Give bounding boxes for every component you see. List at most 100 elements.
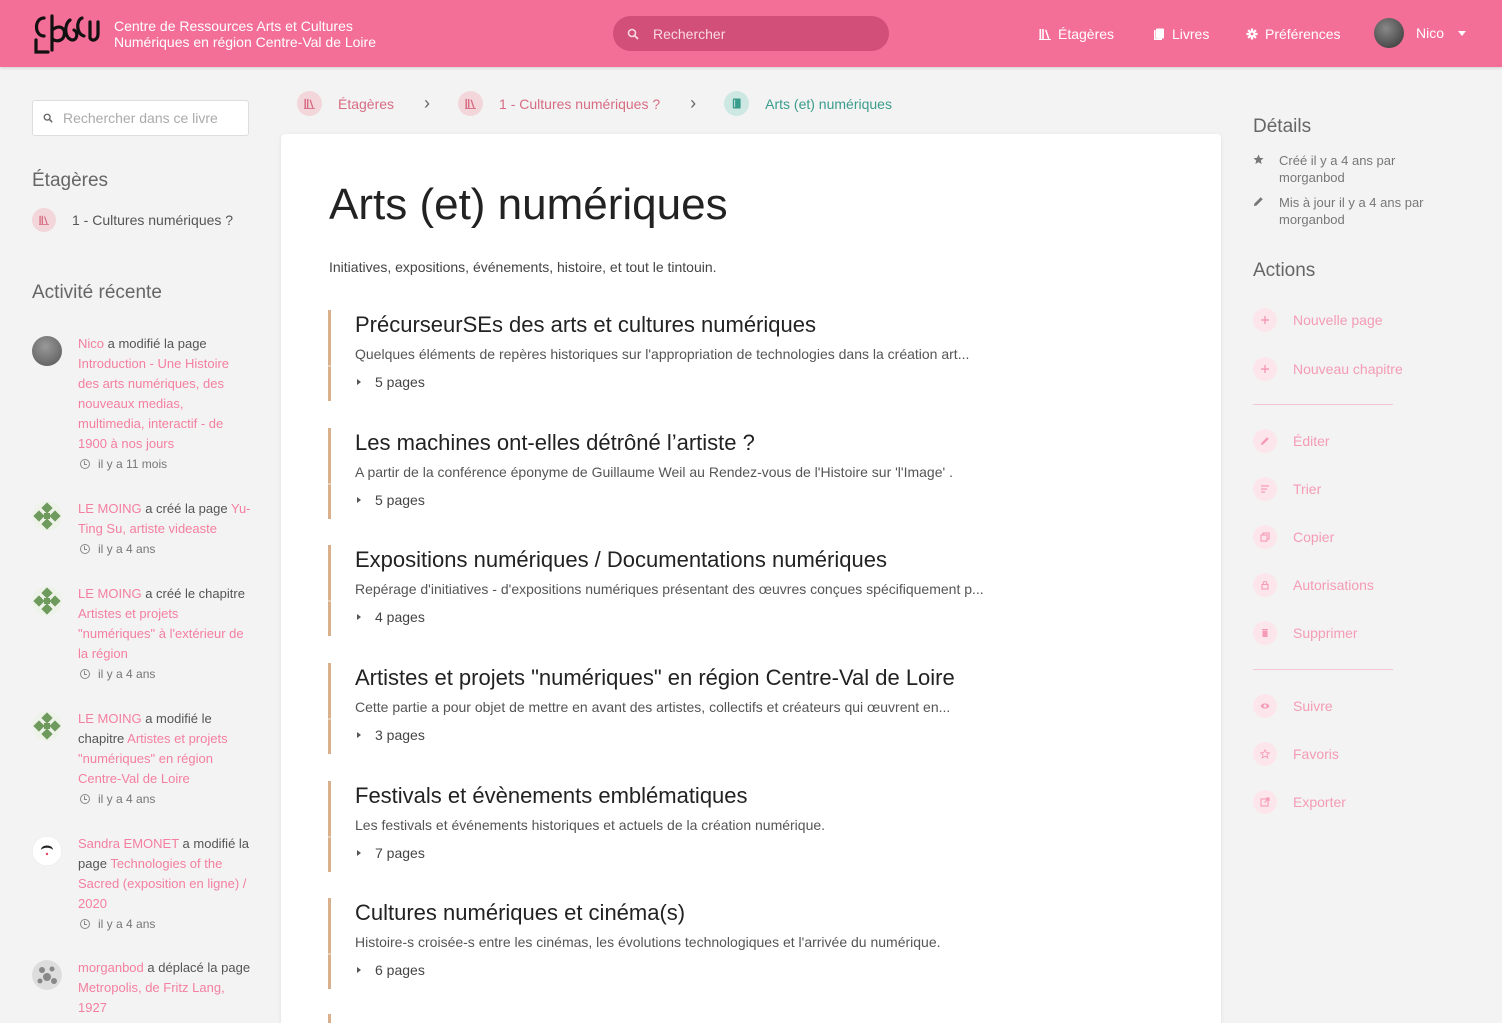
chapter-pages-toggle[interactable]: 7 pages — [355, 845, 425, 861]
clock-icon — [80, 919, 90, 929]
breadcrumb-shelves-label: Étagères — [338, 95, 395, 112]
user-menu[interactable]: Nico — [1374, 18, 1467, 48]
chapter-title[interactable]: Expositions numériques / Documentations … — [355, 547, 887, 573]
chapter-pages-toggle[interactable]: 4 pages — [355, 609, 425, 625]
book-search-input[interactable] — [63, 110, 243, 126]
chapter-description: Quelques éléments de repères historiques… — [355, 346, 970, 362]
book-icon — [732, 98, 741, 109]
chapter-pages-count: 6 pages — [375, 962, 425, 978]
clock-icon — [80, 459, 90, 469]
nav-books[interactable]: Livres — [1153, 0, 1209, 67]
pencil-icon — [1253, 197, 1263, 207]
chapter-title[interactable]: Les machines ont-elles détrôné l’artiste… — [355, 430, 755, 456]
chapter-description: A partir de la conférence éponyme de Gui… — [355, 464, 953, 480]
chapter-item[interactable]: Les machines ont-elles détrôné l’artiste… — [328, 428, 1188, 519]
pencil-icon — [1253, 429, 1277, 453]
activity-target[interactable]: Introduction - Une Histoire des arts num… — [78, 356, 229, 451]
book-search[interactable] — [32, 100, 249, 136]
shelves-section-title: Étagères — [32, 170, 109, 191]
activity-action: a créé le chapitre — [145, 586, 245, 601]
export-button[interactable]: Exporter — [1253, 790, 1346, 814]
chapter-title[interactable]: Artistes et projets "numériques" en régi… — [355, 665, 955, 691]
activity-user[interactable]: Sandra EMONET — [78, 836, 179, 851]
chapter-pages-count: 5 pages — [375, 492, 425, 508]
chapter-item[interactable]: Festivals et évènements emblématiques Le… — [328, 781, 1188, 872]
nav-shelves[interactable]: Étagères — [1039, 0, 1114, 67]
breadcrumb-book[interactable]: Arts (et) numériques — [724, 91, 892, 116]
sort-button[interactable]: Trier — [1253, 477, 1321, 501]
book-description: Initiatives, expositions, événements, hi… — [329, 259, 717, 275]
caret-right-icon — [357, 967, 361, 973]
activity-target[interactable]: Artistes et projets "numériques" à l'ext… — [78, 606, 244, 661]
chapter-description: Cette partie a pour objet de mettre en a… — [355, 699, 951, 715]
favorite-button[interactable]: Favoris — [1253, 742, 1339, 766]
chapter-pages-count: 4 pages — [375, 609, 425, 625]
edit-button[interactable]: Éditer — [1253, 429, 1330, 453]
shelf-icon-badge — [32, 208, 56, 232]
chapter-pages-toggle[interactable]: 3 pages — [355, 727, 425, 743]
site-name[interactable]: Centre de Ressources Arts et Cultures Nu… — [114, 18, 376, 50]
chapter-item[interactable] — [328, 1014, 1188, 1023]
books-icon — [1154, 28, 1164, 40]
caret-right-icon — [357, 732, 361, 738]
chapter-description: Repérage d'initiatives - d'expositions n… — [355, 581, 984, 597]
plus-icon — [1253, 308, 1277, 332]
global-search[interactable] — [613, 16, 889, 51]
lock-icon — [1253, 573, 1277, 597]
avatar — [32, 711, 62, 741]
chapter-pages-toggle[interactable]: 5 pages — [355, 374, 425, 390]
activity-time-label: il y a 4 ans — [98, 542, 156, 556]
activity-action: a modifié la page — [107, 336, 207, 351]
caret-right-icon — [357, 497, 361, 503]
breadcrumb-shelf[interactable]: 1 - Cultures numériques ? — [458, 91, 660, 116]
activity-time: il y a 4 ans — [78, 664, 252, 684]
activity-user[interactable]: LE MOING — [78, 501, 142, 516]
chapter-pages-toggle[interactable]: 6 pages — [355, 962, 425, 978]
activity-user[interactable]: LE MOING — [78, 586, 142, 601]
activity-action: a créé la page — [145, 501, 228, 516]
breadcrumb: Étagères › 1 - Cultures numériques ? › A… — [297, 91, 892, 116]
chapter-title[interactable]: Festivals et évènements emblématiques — [355, 783, 748, 809]
new-page-button[interactable]: Nouvelle page — [1253, 308, 1383, 332]
delete-label: Supprimer — [1293, 625, 1358, 641]
new-chapter-button[interactable]: Nouveau chapitre — [1253, 357, 1403, 381]
delete-button[interactable]: Supprimer — [1253, 621, 1358, 645]
site-logo-icon[interactable] — [30, 10, 102, 56]
book-icon-badge — [724, 91, 750, 116]
chapter-item[interactable]: Artistes et projets "numériques" en régi… — [328, 663, 1188, 754]
permissions-button[interactable]: Autorisations — [1253, 573, 1374, 597]
activity-time-label: il y a 4 ans — [98, 917, 156, 931]
nav-shelves-label: Étagères — [1058, 25, 1115, 42]
nav-settings-label: Préférences — [1265, 25, 1341, 42]
chapter-item[interactable]: Expositions numériques / Documentations … — [328, 545, 1188, 636]
chapter-item[interactable]: PrécurseurSEs des arts et cultures numér… — [328, 310, 1188, 401]
activity-target[interactable]: Metropolis, de Fritz Lang, 1927 — [78, 980, 225, 1015]
nav-settings[interactable]: Préférences — [1246, 0, 1340, 67]
plus-icon — [1253, 357, 1277, 381]
shelf-icon-badge — [458, 91, 484, 116]
actions-title: Actions — [1253, 260, 1316, 281]
star-icon — [1253, 154, 1264, 165]
chapter-pages-count: 7 pages — [375, 845, 425, 861]
chapter-title[interactable]: PrécurseurSEs des arts et cultures numér… — [355, 312, 816, 338]
chapter-pages-toggle[interactable]: 5 pages — [355, 492, 425, 508]
site-name-line2: Numériques en région Centre-Val de Loire — [114, 34, 376, 50]
bookshelf-icon — [465, 98, 477, 109]
breadcrumb-shelves[interactable]: Étagères — [297, 91, 394, 116]
activity-user[interactable]: LE MOING — [78, 711, 142, 726]
chapter-title[interactable]: Cultures numériques et cinéma(s) — [355, 900, 685, 926]
activity-time-label: il y a 4 ans — [98, 667, 156, 681]
activity-user[interactable]: Nico — [78, 336, 104, 351]
copy-button[interactable]: Copier — [1253, 525, 1334, 549]
chapter-item[interactable]: Cultures numériques et cinéma(s) Histoir… — [328, 898, 1188, 989]
activity-time-label: il y a 4 ans — [98, 792, 156, 806]
divider — [1253, 404, 1393, 405]
chapter-pages-count: 3 pages — [375, 727, 425, 743]
shelf-link[interactable]: 1 - Cultures numériques ? — [32, 208, 250, 232]
favorite-label: Favoris — [1293, 746, 1339, 762]
bookshelf-icon — [1039, 28, 1051, 40]
caret-right-icon — [357, 614, 361, 620]
watch-button[interactable]: Suivre — [1253, 694, 1333, 718]
activity-user[interactable]: morganbod — [78, 960, 144, 975]
search-input[interactable] — [653, 25, 863, 42]
